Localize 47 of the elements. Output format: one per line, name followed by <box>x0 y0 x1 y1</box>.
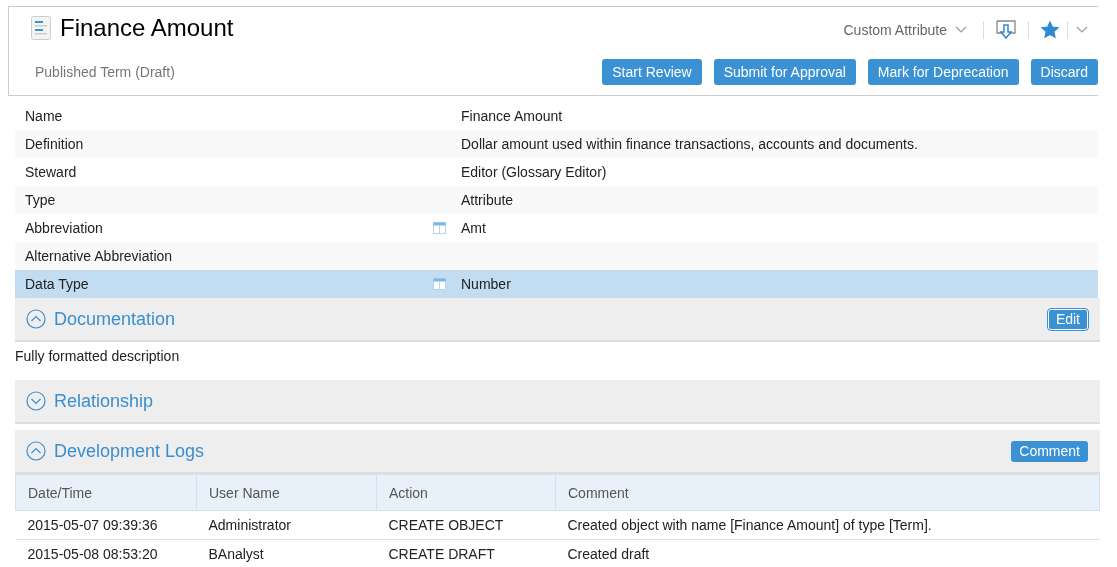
status-label: Published Term (Draft) <box>35 64 175 80</box>
action-button[interactable]: Start Review <box>602 59 702 85</box>
property-value: Attribute <box>461 192 515 208</box>
table-cell: 2015-05-07 09:39:36 <box>15 510 197 540</box>
property-row[interactable]: Name Finance Amount <box>15 102 1098 130</box>
property-row[interactable]: Alternative Abbreviation <box>15 242 1098 270</box>
table-cell: CREATE DRAFT <box>376 539 556 567</box>
table-cell: 2015-05-08 08:53:20 <box>15 539 197 567</box>
action-button[interactable]: Submit for Approval <box>713 59 856 85</box>
property-row[interactable]: Definition Dollar amount used within finance transactions, accounts and documents. <box>15 130 1098 158</box>
column-header[interactable]: User Name <box>196 474 377 511</box>
section-button[interactable]: Comment <box>1011 440 1088 462</box>
section-button[interactable]: Edit <box>1047 308 1088 330</box>
description-text: Fully formatted description <box>14 347 181 366</box>
page-title: Finance Amount <box>60 14 234 42</box>
property-label: Type <box>24 192 57 208</box>
action-button[interactable]: Discard <box>1030 59 1098 85</box>
table-cell: Created draft <box>555 539 1100 567</box>
table-cell: Created object with name [Finance Amount] of type [Term]. <box>555 510 1100 540</box>
document-icon <box>31 16 51 40</box>
column-header[interactable]: Date/Time <box>15 474 197 511</box>
chevron-down-icon <box>955 26 967 34</box>
property-label: Alternative Abbreviation <box>24 248 174 264</box>
property-label: Steward <box>24 164 78 180</box>
table-cell: Administrator <box>196 510 377 540</box>
star-icon[interactable] <box>1041 21 1059 39</box>
property-value: Editor (Glossary Editor) <box>461 164 608 180</box>
property-value: Finance Amount <box>461 108 564 124</box>
property-row[interactable]: Abbreviation Amt <box>15 214 1098 242</box>
download-icon[interactable] <box>996 20 1016 40</box>
table-cell: CREATE OBJECT <box>376 510 556 540</box>
column-header[interactable]: Action <box>376 474 556 511</box>
property-value: Number <box>461 276 512 292</box>
chevron-down-icon[interactable] <box>1076 26 1088 34</box>
property-label: Abbreviation <box>24 220 104 236</box>
column-header[interactable]: Comment <box>555 474 1100 511</box>
property-label: Definition <box>24 136 85 152</box>
property-value: Dollar amount used within finance transactions, accounts and documents. <box>461 136 919 152</box>
table-cell: BAnalyst <box>196 539 377 567</box>
property-row[interactable]: Steward Editor (Glossary Editor) <box>15 158 1098 186</box>
action-button[interactable]: Mark for Deprecation <box>867 59 1019 85</box>
property-row[interactable]: Data Type Number <box>15 270 1098 298</box>
property-label: Name <box>24 108 64 124</box>
property-value: Amt <box>461 220 487 236</box>
custom-attribute-dropdown[interactable]: Custom Attribute <box>843 22 967 38</box>
property-label: Data Type <box>24 276 90 292</box>
property-row[interactable]: Type Attribute <box>15 186 1098 214</box>
